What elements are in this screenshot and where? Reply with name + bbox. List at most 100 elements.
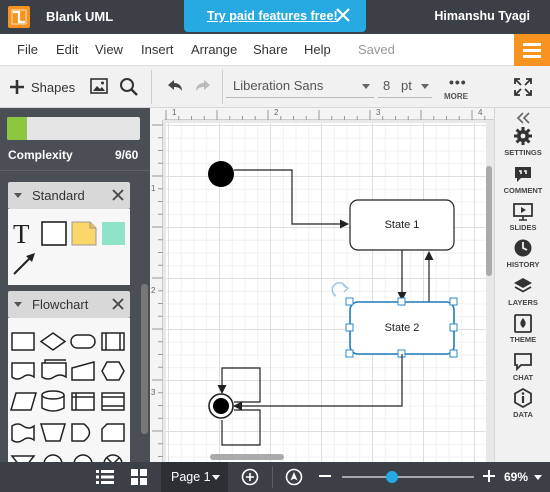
canvas-area[interactable]: 1 2 3 4 1 2 3 State 1 State 2 [150,108,494,462]
layers-button[interactable]: LAYERS [495,276,550,313]
resize-handle[interactable] [397,297,406,306]
hamburger-menu-button[interactable] [514,34,550,66]
menu-share[interactable]: Share [253,42,288,57]
data-button[interactable]: DATA [495,388,550,425]
database-shape[interactable] [41,390,65,412]
page-tab[interactable]: Page 1 [161,462,228,492]
transition-arrow[interactable] [234,169,349,229]
settings-button[interactable]: SETTINGS [495,126,550,163]
chevron-down-icon[interactable] [14,302,22,307]
stored-data-shape[interactable] [101,392,125,411]
multi-document-shape[interactable] [41,359,67,380]
document-title[interactable]: Blank UML [46,9,113,24]
theme-button[interactable]: THEME [495,313,550,350]
chat-button[interactable]: CHAT [495,351,550,388]
redo-icon[interactable] [194,78,212,94]
fullscreen-icon[interactable] [513,77,533,97]
font-size-value: 8 [383,78,391,93]
image-icon[interactable] [90,78,108,94]
promo-link[interactable]: Try paid features free! [207,9,338,23]
chevron-down-icon [421,84,429,89]
close-icon[interactable] [334,6,352,24]
chevron-down-icon[interactable] [212,475,220,480]
decision-shape[interactable] [39,332,67,351]
resize-handle[interactable] [449,297,458,306]
predefined-process-shape[interactable] [101,332,125,351]
resize-handle[interactable] [449,349,458,358]
navigator-icon[interactable] [285,468,303,486]
menu-view[interactable]: View [95,42,123,57]
library-header-standard[interactable]: Standard [8,182,130,209]
grid-view-icon[interactable] [131,469,147,485]
search-icon[interactable] [119,77,139,97]
canvas-horizontal-scrollbar[interactable] [210,454,284,460]
slides-button[interactable]: SLIDES [495,201,550,238]
initial-state-node[interactable] [208,161,234,187]
chevron-down-icon[interactable] [534,475,542,480]
complexity-meter-fill [7,117,27,140]
history-button[interactable]: HISTORY [495,238,550,275]
manual-operation-shape[interactable] [39,423,67,442]
connector-shape[interactable] [43,454,63,462]
app-logo-icon[interactable] [8,6,30,28]
zoom-slider-track[interactable] [342,476,474,478]
close-icon[interactable] [111,297,125,311]
close-icon[interactable] [111,188,125,202]
card-shape[interactable] [101,423,125,442]
arrow-line-shape[interactable] [13,253,35,275]
data-icon [514,388,532,408]
font-size-select[interactable]: 8 pt [378,76,432,98]
rotate-handle-arrow [342,284,350,293]
final-state-node[interactable] [208,393,234,419]
more-button[interactable]: ••• MORE [440,72,474,104]
hamburger-line [523,49,541,52]
manual-input-shape[interactable] [71,361,95,381]
zoom-level[interactable]: 69% [504,470,528,484]
text-shape[interactable]: T [13,219,30,249]
menu-edit[interactable]: Edit [56,42,78,57]
shapes-button-label[interactable]: Shapes [31,80,75,95]
resize-handle[interactable] [449,323,458,332]
menu-insert[interactable]: Insert [141,42,174,57]
state-2-label: State 2 [385,322,420,334]
zoom-slider-thumb[interactable] [386,471,398,483]
summing-junction-shape[interactable] [103,454,123,462]
or-shape[interactable] [73,454,93,462]
zoom-out-icon[interactable] [318,469,332,483]
library-body-standard: T [8,209,130,285]
collapse-panel-icon[interactable] [515,112,531,124]
note-shape[interactable] [71,221,97,246]
user-menu[interactable]: Himanshu Tyagi [434,9,530,23]
transition-arrow[interactable] [233,354,403,411]
terminator-shape[interactable] [70,334,96,349]
zoom-in-icon[interactable] [482,469,496,483]
process-shape[interactable] [11,332,35,351]
internal-storage-shape[interactable] [71,392,95,411]
resize-handle[interactable] [345,349,354,358]
delay-shape[interactable] [71,423,91,442]
resize-handle[interactable] [345,323,354,332]
menu-help[interactable]: Help [304,42,331,57]
list-view-icon[interactable] [96,469,114,485]
preparation-shape[interactable] [101,361,125,381]
menu-file[interactable]: File [17,42,38,57]
font-size-unit: pt [401,78,412,93]
rectangle-shape[interactable] [41,221,67,246]
data-shape[interactable] [9,392,38,411]
shapes-icon[interactable] [9,79,25,95]
chevron-down-icon[interactable] [14,193,22,198]
add-page-icon[interactable] [241,468,259,486]
slides-icon [513,203,533,221]
undo-icon[interactable] [166,78,184,94]
comment-button[interactable]: COMMENT [495,164,550,201]
canvas-vertical-scrollbar[interactable] [486,166,492,276]
colored-block-shape[interactable] [102,222,125,245]
library-header-flowchart[interactable]: Flowchart [8,291,130,318]
document-shape[interactable] [11,362,35,380]
menu-arrange[interactable]: Arrange [191,42,237,57]
font-family-select[interactable]: Liberation Sans [226,76,374,98]
resize-handle[interactable] [345,297,354,306]
punched-tape-shape[interactable] [11,423,35,443]
comment-icon [515,167,531,182]
panel-scrollbar[interactable] [141,284,148,434]
